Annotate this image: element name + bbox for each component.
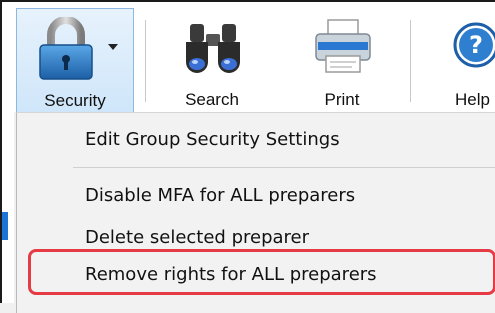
svg-text:?: ? xyxy=(469,31,483,59)
highlight-outline xyxy=(28,249,495,295)
toolbar: Security Search Print ? Help xyxy=(2,2,495,113)
background-panel xyxy=(2,112,14,303)
menu-item-edit-group-security[interactable]: Edit Group Security Settings xyxy=(85,129,340,150)
print-button-label: Print xyxy=(324,90,360,109)
help-button[interactable]: ? Help xyxy=(427,8,495,112)
toolbar-separator xyxy=(410,20,411,102)
security-button-label: Security xyxy=(44,91,106,110)
toolbar-separator xyxy=(145,20,146,102)
security-button[interactable]: Security xyxy=(16,8,134,113)
print-button[interactable]: Print xyxy=(292,8,392,112)
search-button[interactable]: Search xyxy=(162,8,262,112)
printer-icon xyxy=(315,19,371,73)
search-button-label: Search xyxy=(185,90,239,109)
padlock-icon xyxy=(39,17,93,80)
menu-item-delete-preparer[interactable]: Delete selected preparer xyxy=(85,227,309,248)
background-selection-edge xyxy=(2,212,8,240)
chevron-down-icon xyxy=(108,44,118,50)
binoculars-icon xyxy=(186,24,240,73)
help-button-label: Help xyxy=(455,90,490,109)
help-icon: ? xyxy=(453,22,495,68)
menu-item-disable-mfa[interactable]: Disable MFA for ALL preparers xyxy=(85,185,355,206)
menu-separator xyxy=(73,167,495,168)
